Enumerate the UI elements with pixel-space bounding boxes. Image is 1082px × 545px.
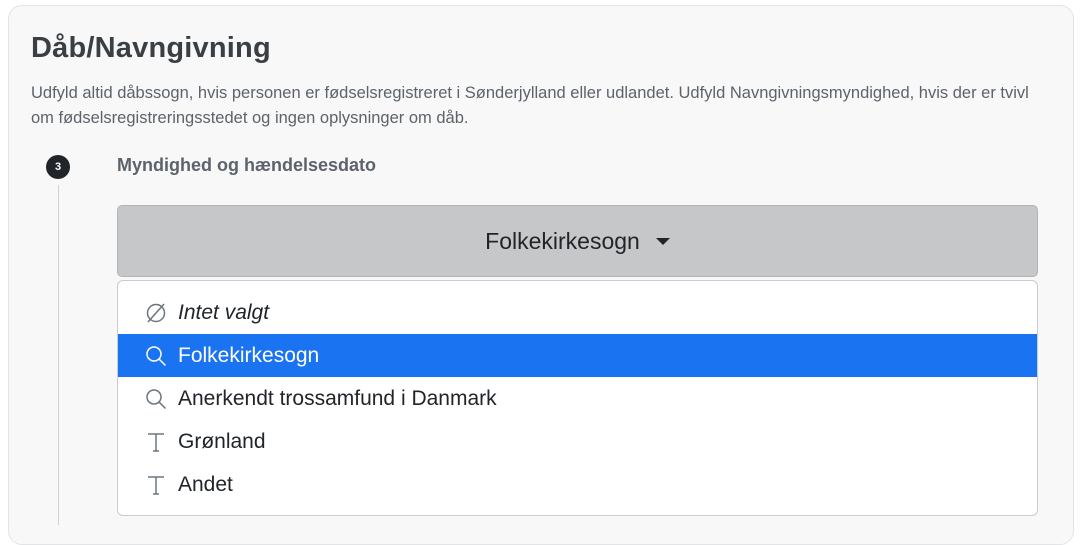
search-icon bbox=[143, 386, 169, 412]
dropdown-option-andet[interactable]: Andet bbox=[118, 463, 1037, 506]
dropdown-option-folkekirkesogn[interactable]: Folkekirkesogn bbox=[118, 334, 1037, 377]
step-number-badge: 3 bbox=[46, 155, 70, 179]
step-label: Myndighed og hændelsesdato bbox=[117, 155, 377, 175]
section-title: Dåb/Navngivning bbox=[31, 32, 271, 64]
authority-type-dropdown-button[interactable]: Folkekirkesogn bbox=[117, 205, 1038, 277]
dropdown-menu: Intet valgt Folkekirkesogn Anerkendt tro… bbox=[117, 280, 1038, 516]
section-description: Udfyld altid dåbssogn, hvis personen er … bbox=[31, 84, 1029, 127]
empty-set-icon bbox=[143, 300, 169, 326]
text-icon bbox=[143, 429, 169, 455]
dropdown-selected-value: Folkekirkesogn bbox=[485, 227, 640, 254]
step-connector-line bbox=[58, 185, 59, 525]
dropdown-option-label: Intet valgt bbox=[178, 300, 270, 324]
text-icon bbox=[143, 472, 169, 498]
dropdown-option-label: Andet bbox=[178, 472, 233, 496]
dropdown-option-intet-valgt[interactable]: Intet valgt bbox=[118, 291, 1037, 334]
search-icon bbox=[143, 343, 169, 369]
dropdown-option-label: Grønland bbox=[178, 429, 266, 453]
dropdown-option-anerkendt-trossamfund[interactable]: Anerkendt trossamfund i Danmark bbox=[118, 377, 1037, 420]
dropdown-option-label: Folkekirkesogn bbox=[178, 343, 320, 367]
dropdown-option-label: Anerkendt trossamfund i Danmark bbox=[178, 386, 497, 410]
dropdown-option-gronland[interactable]: Grønland bbox=[118, 420, 1037, 463]
caret-down-icon bbox=[655, 237, 670, 245]
